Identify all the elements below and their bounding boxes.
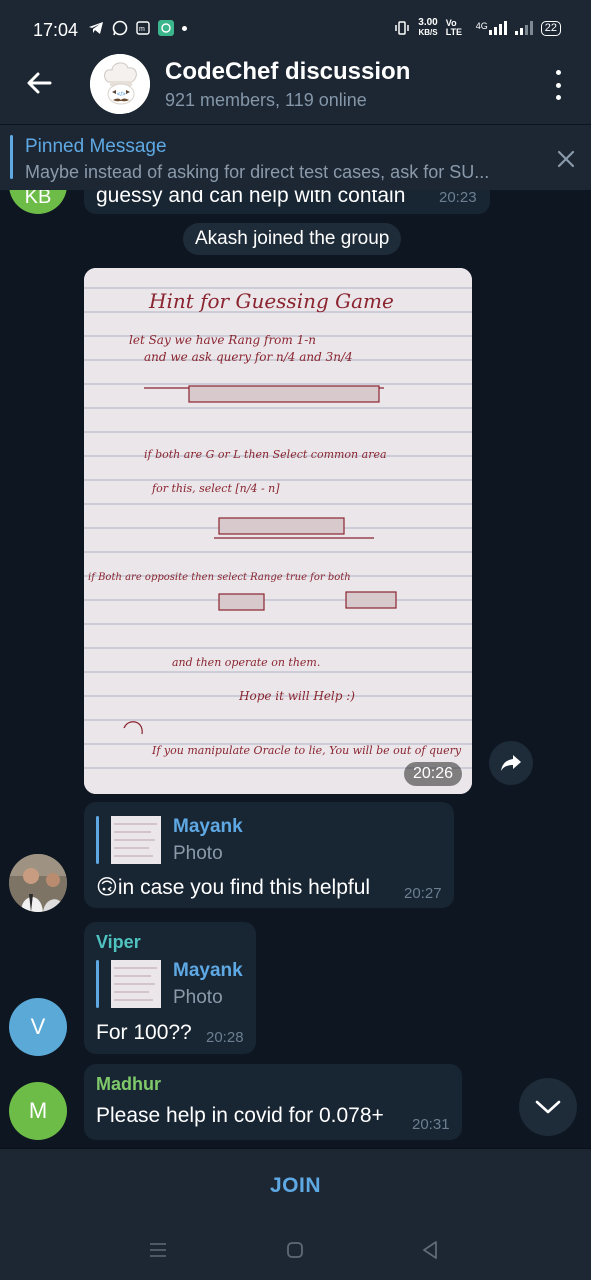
handwritten-note-image: Hint for Guessing Game let Say we have R… — [84, 268, 472, 794]
sender-name[interactable]: Madhur — [96, 1074, 161, 1095]
message-time: 20:31 — [412, 1116, 450, 1133]
reply-sender: Mayank — [173, 816, 243, 837]
system-indicators: 3.00 KB/S Vo LTE 4G 22 — [394, 18, 561, 38]
reply-accent-bar — [96, 960, 99, 1008]
green-app-icon — [158, 20, 174, 36]
network-speed: 3.00 KB/S — [418, 18, 437, 38]
note-line-8: If you manipulate Oracle to lie, You wil… — [151, 744, 462, 757]
member-count: 921 members, 119 online — [165, 90, 367, 110]
back-arrow-icon[interactable] — [24, 68, 54, 98]
join-bar: JOIN — [0, 1148, 591, 1220]
home-icon[interactable] — [283, 1238, 307, 1262]
signal-bars-icon — [488, 21, 507, 35]
system-message: Akash joined the group — [183, 223, 402, 255]
note-line-6: and then operate on them. — [172, 656, 320, 669]
avatar-kb[interactable]: KB — [9, 190, 67, 214]
pinned-message-bar[interactable]: Pinned Message Maybe instead of asking f… — [0, 124, 591, 190]
note-title: Hint for Guessing Game — [148, 289, 394, 313]
signal-bars-2-icon — [514, 21, 533, 35]
more-options-icon[interactable] — [548, 70, 568, 100]
speed-value: 3.00 — [418, 17, 438, 28]
reply-accent-bar — [96, 816, 99, 864]
battery-icon: 22 — [540, 20, 561, 36]
avatar-viper[interactable]: V — [9, 998, 67, 1056]
reply-type: Photo — [173, 987, 223, 1008]
message-bubble-partial[interactable]: guessy and can help with contain 20:23 — [84, 190, 490, 214]
photo-message[interactable]: Hint for Guessing Game let Say we have R… — [84, 268, 472, 794]
note-line-1: let Say we have Rang from 1-n — [129, 333, 316, 347]
message-list[interactable]: KB guessy and can help with contain 20:2… — [0, 190, 591, 1148]
vibrate-icon — [395, 21, 410, 35]
scroll-down-button[interactable] — [519, 1078, 577, 1136]
reply-thumbnail[interactable] — [111, 960, 161, 1008]
close-pinned-icon[interactable] — [556, 149, 576, 169]
message-bubble-viper[interactable]: Viper Mayank Photo For 100?? 20:28 — [84, 922, 256, 1054]
chef-logo-icon: </> — [90, 54, 150, 114]
recents-menu-icon[interactable] — [146, 1238, 170, 1262]
telegram-icon — [89, 22, 103, 34]
reply-type: Photo — [173, 843, 223, 864]
note-line-2: and we ask query for n/4 and 3n/4 — [144, 350, 353, 364]
share-button[interactable] — [489, 741, 533, 785]
note-thumbnail-icon — [111, 816, 161, 864]
network-type: 4G — [475, 21, 488, 31]
message-bubble-madhur[interactable]: Madhur Please help in covid for 0.078+ 2… — [84, 1064, 462, 1140]
sender-name[interactable]: Viper — [96, 932, 141, 953]
speed-unit: KB/S — [418, 28, 438, 37]
status-bar: 17:04 m 3.00 KB/S Vo LTE 4G 22 — [0, 0, 591, 46]
note-line-3: if both are G or L then Select common ar… — [144, 448, 387, 461]
message-text: Please help in covid for 0.078+ — [96, 1104, 384, 1127]
system-nav-bar — [0, 1220, 591, 1280]
whatsapp-icon — [112, 20, 128, 36]
app-notification-icon: m — [136, 21, 150, 35]
pinned-text: Maybe instead of asking for direct test … — [25, 162, 490, 182]
message-text: guessy and can help with contain — [96, 190, 406, 207]
more-notifications-dot-icon — [182, 25, 187, 31]
message-bubble-reply1[interactable]: Mayank Photo 🙃in case you find this help… — [84, 802, 454, 908]
svg-text:</>: </> — [117, 92, 126, 98]
join-button[interactable]: JOIN — [0, 1149, 591, 1221]
note-line-7: Hope it will Help :) — [238, 689, 355, 703]
back-triangle-icon[interactable] — [418, 1238, 442, 1262]
message-time: 20:28 — [206, 1029, 244, 1046]
status-time: 17:04 — [33, 20, 79, 40]
message-text: 🙃in case you find this helpful — [96, 876, 371, 899]
note-line-4: for this, select [n/4 - n] — [151, 482, 280, 495]
svg-text:m: m — [139, 26, 145, 33]
avatar-letter: V — [30, 1014, 46, 1039]
message-time: 20:23 — [439, 190, 477, 206]
reply-sender: Mayank — [173, 960, 243, 981]
avatar-madhur[interactable]: M — [9, 1082, 67, 1140]
chat-title[interactable]: CodeChef discussion — [165, 58, 410, 86]
user-photo-avatar — [9, 854, 67, 912]
avatar-initials: KB — [24, 190, 52, 208]
volte-label: Vo LTE — [445, 18, 463, 37]
notification-icons: m — [88, 20, 187, 36]
message-time: 20:27 — [404, 885, 442, 902]
pinned-title: Pinned Message — [25, 136, 167, 157]
avatar-photo[interactable] — [9, 854, 67, 912]
signal-4g: 4G — [476, 21, 507, 35]
chat-header: </> CodeChef discussion 921 members, 119… — [0, 46, 591, 124]
note-line-5: if Both are opposite then select Range t… — [88, 572, 351, 583]
message-text: For 100?? — [96, 1021, 192, 1044]
chevron-down-icon — [535, 1100, 561, 1114]
reply-thumbnail[interactable] — [111, 816, 161, 864]
share-arrow-icon — [501, 755, 521, 771]
group-avatar[interactable]: </> — [90, 54, 150, 114]
avatar-letter: M — [28, 1098, 48, 1123]
note-thumbnail-icon — [111, 960, 161, 1008]
pinned-accent-bar — [10, 135, 13, 179]
photo-time: 20:26 — [403, 762, 462, 786]
